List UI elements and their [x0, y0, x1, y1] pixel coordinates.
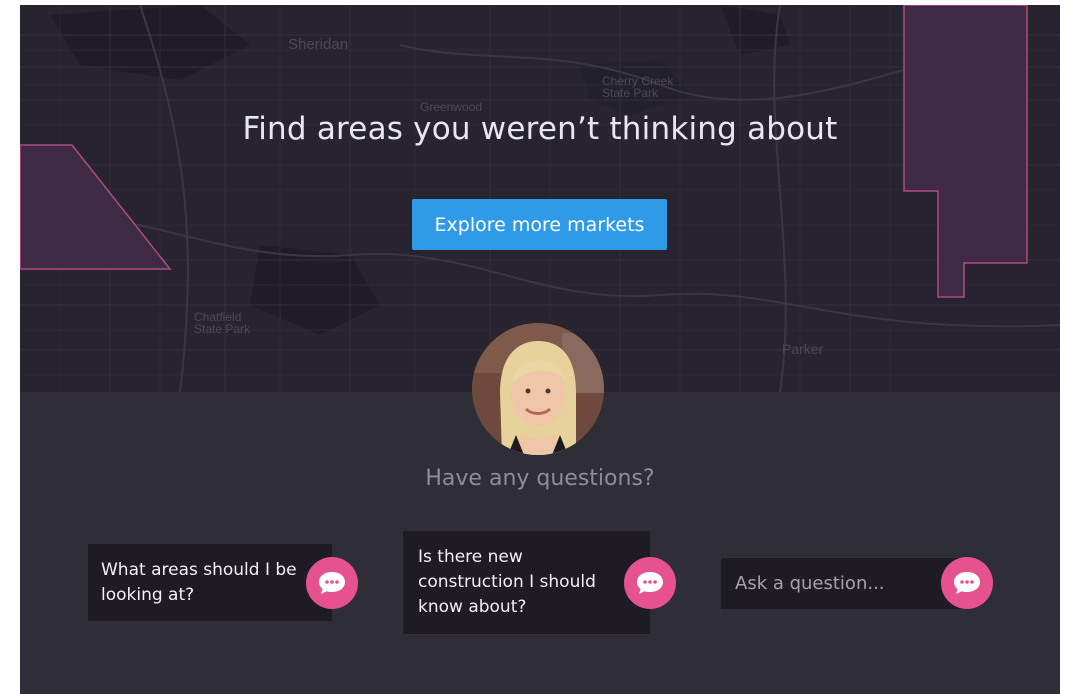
- chat-bubble-icon: [637, 572, 663, 594]
- map-label-parker: Parker: [782, 341, 824, 357]
- suggested-question-text: Is there new construction I should know …: [418, 547, 596, 617]
- suggested-question-text: What areas should I be looking at?: [101, 560, 297, 605]
- chat-bubble-icon: [954, 572, 980, 594]
- ask-question-input[interactable]: [721, 558, 969, 609]
- chat-button[interactable]: [306, 557, 358, 609]
- map-label-sheridan: Sheridan: [288, 36, 349, 53]
- agent-avatar: [472, 323, 604, 455]
- suggested-question-card[interactable]: Is there new construction I should know …: [403, 531, 650, 634]
- send-question-button[interactable]: [941, 557, 993, 609]
- chat-button[interactable]: [624, 557, 676, 609]
- map-label-cherry-creek: Cherry Creek State Park: [602, 74, 674, 100]
- suggested-question-card[interactable]: What areas should I be looking at?: [88, 544, 332, 621]
- hero-title: Find areas you weren’t thinking about: [242, 111, 838, 147]
- explore-markets-button[interactable]: Explore more markets: [412, 199, 667, 250]
- agent-photo: [472, 323, 604, 455]
- chat-bubble-icon: [319, 572, 345, 594]
- app-frame: Sheridan Greenwood Cherry Creek State Pa…: [20, 5, 1060, 694]
- map-label-chatfield: Chatfield State Park: [194, 310, 251, 336]
- questions-heading: Have any questions?: [425, 466, 655, 491]
